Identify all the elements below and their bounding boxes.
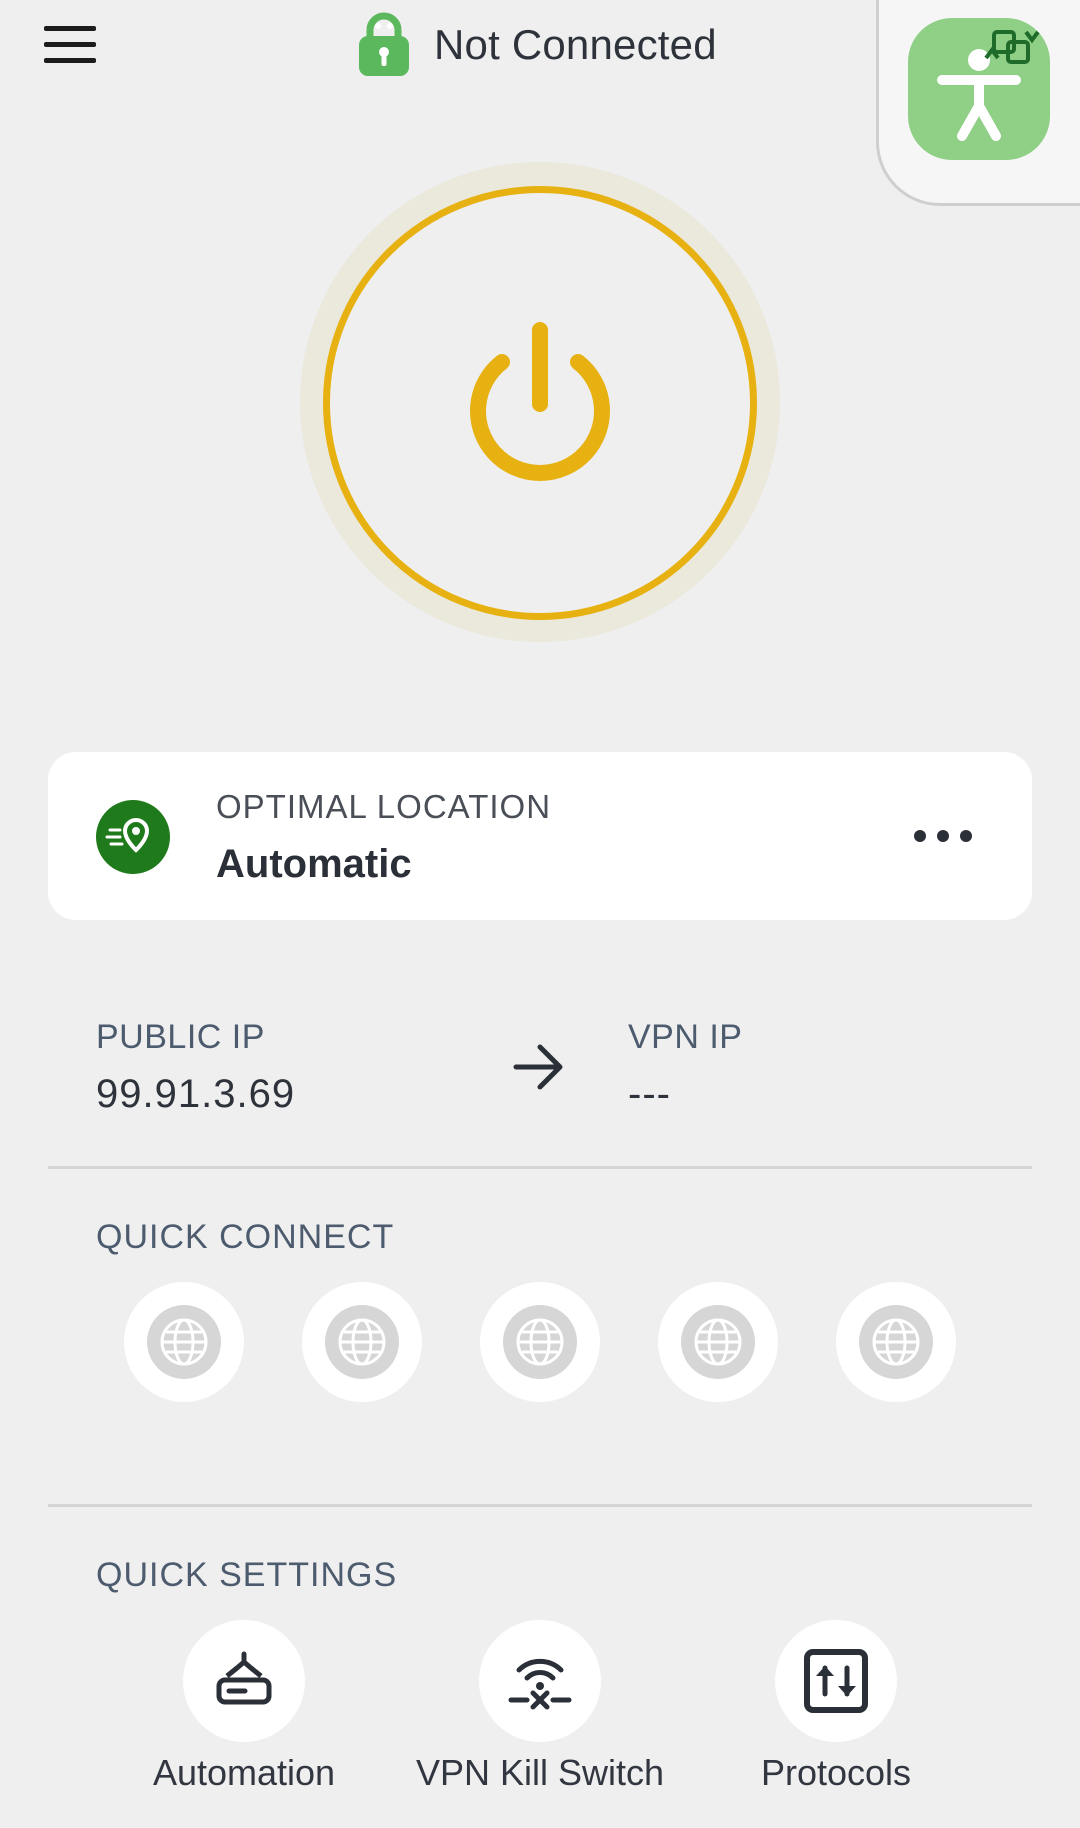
vpn-ip-label: VPN IP <box>628 1018 743 1056</box>
public-ip-value: 99.91.3.69 <box>96 1072 296 1116</box>
arrow-right-icon <box>513 1044 563 1090</box>
quick-connect-slot[interactable] <box>658 1282 778 1402</box>
status-text: Not Connected <box>434 21 717 68</box>
accessibility-button[interactable] <box>908 18 1050 160</box>
hamburger-menu-icon[interactable] <box>40 22 100 68</box>
quick-connect-slot[interactable] <box>836 1282 956 1402</box>
quick-connect-slot[interactable] <box>302 1282 422 1402</box>
public-ip-label: PUBLIC IP <box>96 1018 265 1056</box>
vpn-home-screen: Not Connected OPTIMAL LOCATION Automatic… <box>0 0 1080 1828</box>
protocols-button[interactable] <box>775 1620 897 1742</box>
divider <box>48 1166 1032 1169</box>
fast-location-icon <box>96 800 170 874</box>
lock-icon <box>359 12 409 76</box>
location-card[interactable]: OPTIMAL LOCATION Automatic <box>48 752 1032 920</box>
automation-label: Automation <box>152 1752 336 1793</box>
location-label: OPTIMAL LOCATION <box>216 788 552 825</box>
more-dots-icon[interactable] <box>908 814 978 858</box>
globe-icon <box>503 1305 577 1379</box>
automation-icon <box>216 1651 272 1705</box>
connection-status: Not Connected <box>356 12 717 78</box>
quick-connect-title: QUICK CONNECT <box>96 1218 395 1256</box>
kill-switch-button[interactable] <box>479 1620 601 1742</box>
quick-connect-slot[interactable] <box>124 1282 244 1402</box>
location-value: Automatic <box>216 842 412 886</box>
protocols-label: Protocols <box>760 1752 912 1793</box>
globe-icon <box>147 1305 221 1379</box>
accessibility-icon <box>937 30 1040 141</box>
kill-switch-label: VPN Kill Switch <box>415 1752 665 1793</box>
quick-connect-slot[interactable] <box>480 1282 600 1402</box>
protocols-icon <box>804 1649 868 1713</box>
divider <box>48 1504 1032 1507</box>
quick-settings-title: QUICK SETTINGS <box>96 1556 398 1594</box>
globe-icon <box>325 1305 399 1379</box>
power-icon <box>470 322 610 481</box>
globe-icon <box>681 1305 755 1379</box>
globe-icon <box>859 1305 933 1379</box>
vpn-ip-value: --- <box>628 1072 671 1116</box>
kill-switch-icon <box>508 1658 572 1710</box>
automation-button[interactable] <box>183 1620 305 1742</box>
